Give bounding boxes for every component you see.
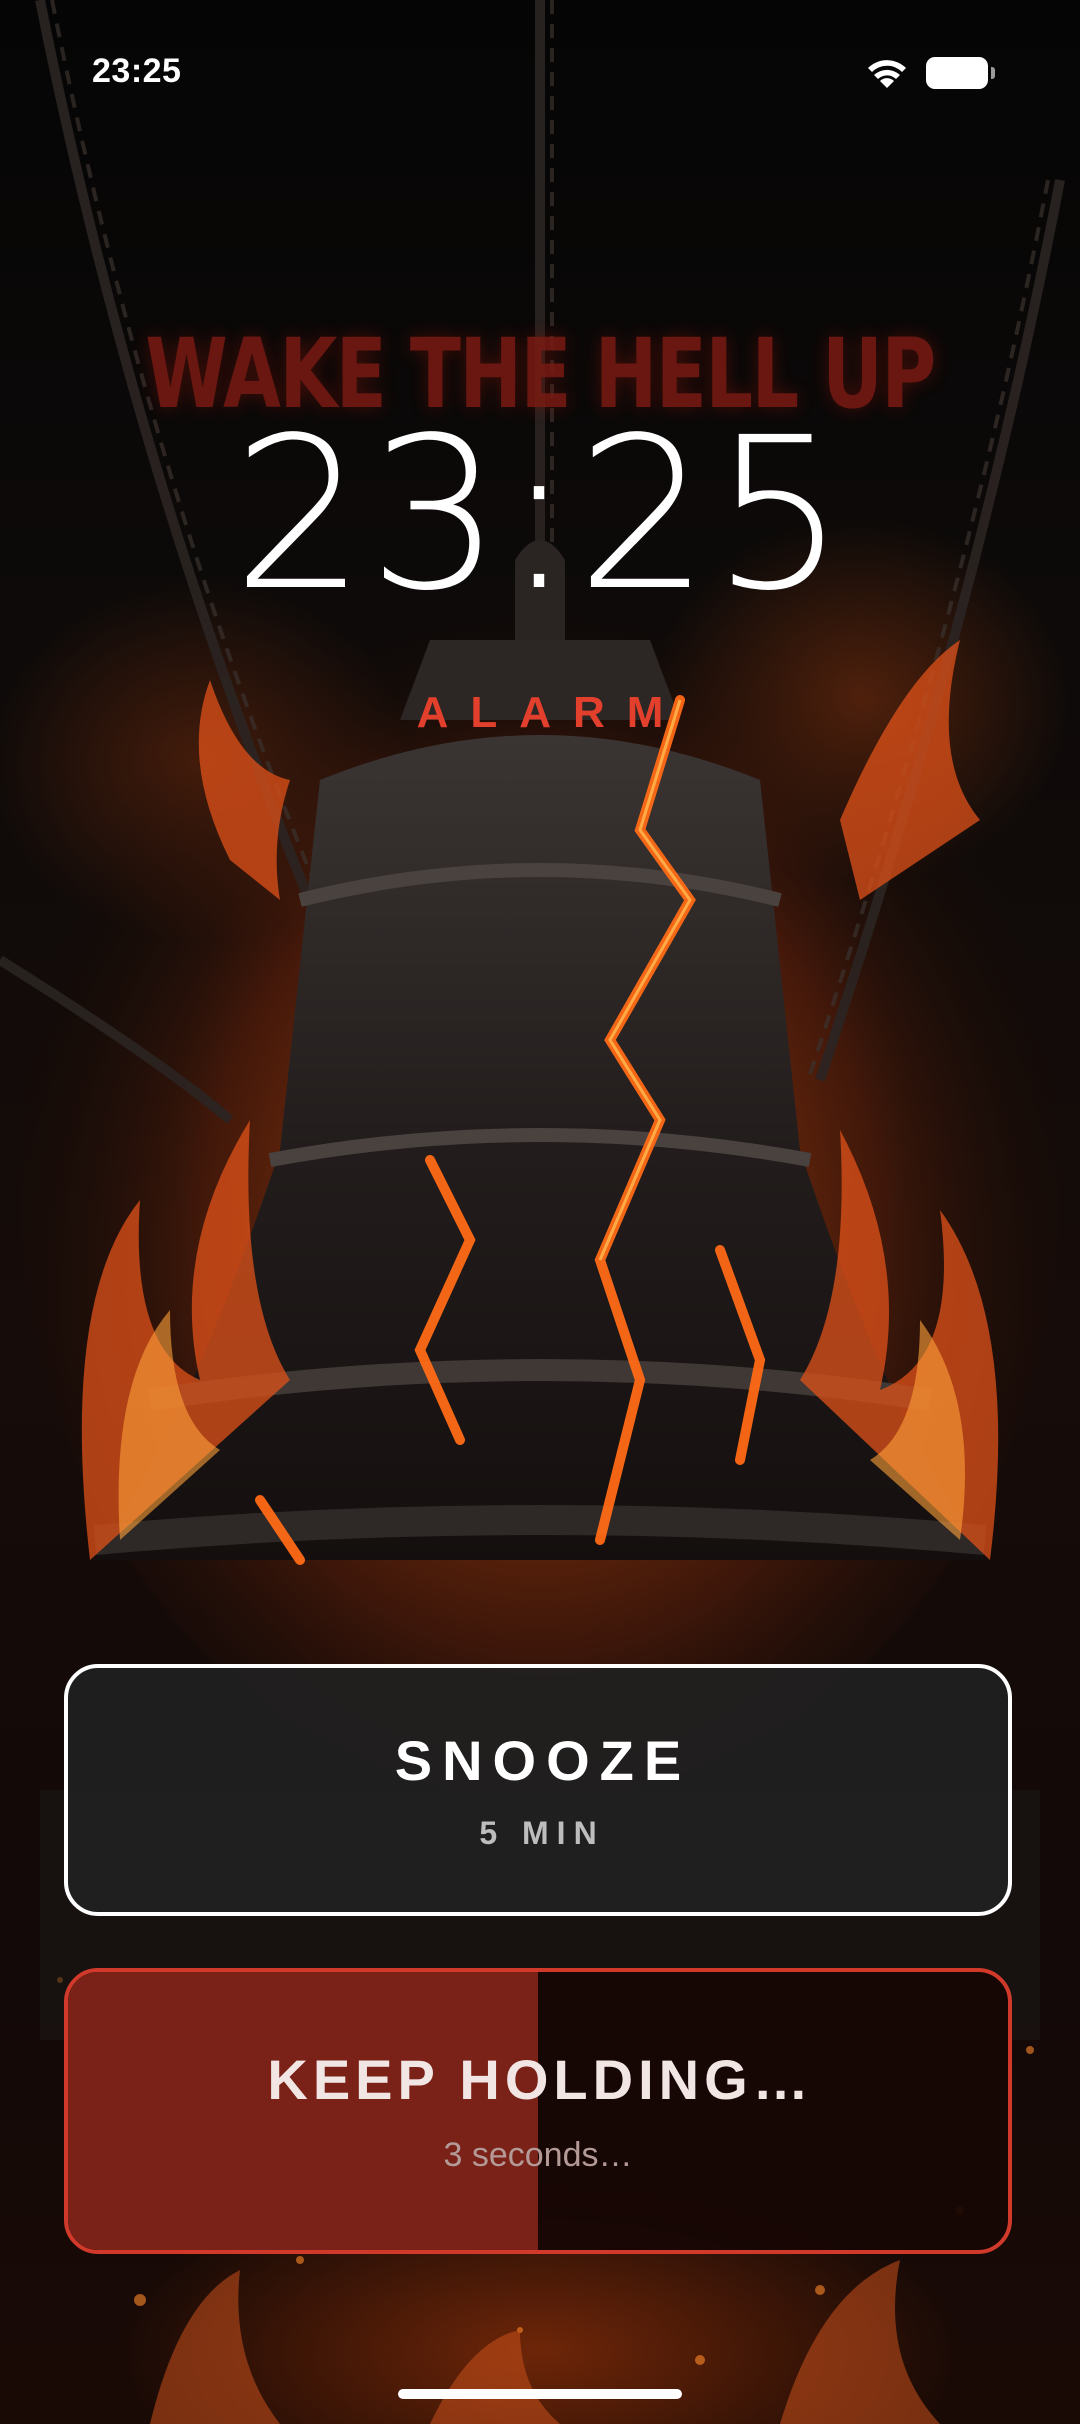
alarm-label: ALARM [416,688,686,737]
hold-countdown: 3 seconds… [443,2136,633,2174]
snooze-button[interactable]: SNOOZE 5 MIN [64,1664,1012,1916]
hold-button-label: KEEP HOLDING… [267,2048,814,2111]
status-bar-time: 23:25 [92,52,182,90]
battery-icon [926,57,995,89]
alarm-clock-time: 23:25 [232,392,848,637]
hold-to-dismiss-button[interactable]: KEEP HOLDING… 3 seconds… [64,1968,1012,2254]
alarm-screen: 23:25 WAKE THE HELL UP 23:25 ALARM SNOOZ… [0,0,1080,2424]
home-indicator[interactable] [398,2389,682,2399]
snooze-duration: 5 MIN [479,1815,605,1851]
wifi-icon [868,60,906,88]
status-bar-icons [866,56,995,90]
snooze-button-label: SNOOZE [394,1729,692,1792]
